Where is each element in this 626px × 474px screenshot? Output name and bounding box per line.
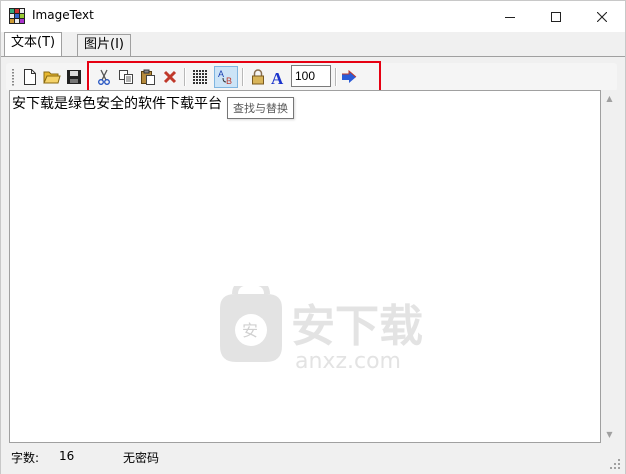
char-count-value: 16 <box>59 449 75 463</box>
watermark-brand: 安下载 <box>291 301 423 352</box>
minimize-button[interactable] <box>487 1 533 32</box>
watermark-logo: 安 安下载 anxz.com <box>220 286 423 374</box>
text-editor[interactable]: 安下载是绿色安全的软件下载平台 安 安下载 anxz.com <box>9 90 601 443</box>
tab-bar: 文本(T) 图片(I) <box>1 32 625 57</box>
app-icon <box>9 8 25 24</box>
tooltip-find-replace: 查找与替换 <box>227 97 294 119</box>
watermark-domain: anxz.com <box>295 349 401 374</box>
window-title: ImageText <box>32 8 94 22</box>
resize-grip-icon[interactable] <box>609 458 621 470</box>
password-status: 无密码 <box>123 451 160 465</box>
toolbar-grip[interactable] <box>12 69 14 86</box>
minimize-icon <box>505 16 515 18</box>
highlight-box <box>87 61 381 93</box>
vertical-scrollbar[interactable]: ▲ ▼ <box>601 90 618 443</box>
tab-text[interactable]: 文本(T) <box>4 32 63 57</box>
scroll-down-icon[interactable]: ▼ <box>601 426 618 443</box>
new-file-icon <box>24 69 36 85</box>
close-icon <box>597 11 607 22</box>
scroll-up-icon[interactable]: ▲ <box>601 90 618 107</box>
svg-text:安: 安 <box>242 321 258 340</box>
tab-divider <box>1 56 625 57</box>
save-disk-icon <box>67 70 81 84</box>
new-button[interactable] <box>20 67 40 87</box>
open-button[interactable] <box>42 67 62 87</box>
save-button[interactable] <box>64 67 84 87</box>
tab-image[interactable]: 图片(I) <box>77 34 131 56</box>
char-count-label: 字数: <box>11 451 40 465</box>
editor-content: 安下载是绿色安全的软件下载平台 <box>12 96 222 112</box>
app-window: ImageText 文本(T) 图片(I) A B A 100 安下载是绿色安全… <box>0 0 626 474</box>
close-button[interactable] <box>579 1 625 32</box>
maximize-icon <box>551 11 561 22</box>
title-bar: ImageText <box>1 1 625 32</box>
status-bar: 字数: 16 无密码 <box>1 446 625 474</box>
open-folder-icon <box>43 71 61 84</box>
maximize-button[interactable] <box>533 1 579 32</box>
